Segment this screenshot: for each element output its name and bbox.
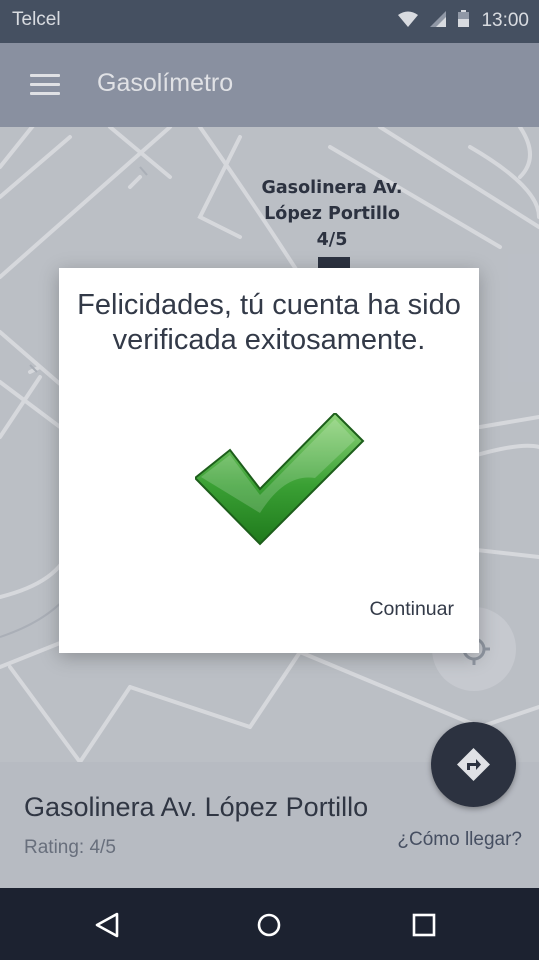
recents-icon[interactable] xyxy=(407,908,441,942)
system-nav-bar xyxy=(0,888,539,960)
home-icon[interactable] xyxy=(252,908,286,942)
continue-button[interactable]: Continuar xyxy=(369,598,454,621)
checkmark-icon xyxy=(195,413,365,546)
back-icon[interactable] xyxy=(90,908,124,942)
verification-dialog: Felicidades, tú cuenta ha sido verificad… xyxy=(59,268,479,653)
dialog-title: Felicidades, tú cuenta ha sido verificad… xyxy=(77,289,461,356)
